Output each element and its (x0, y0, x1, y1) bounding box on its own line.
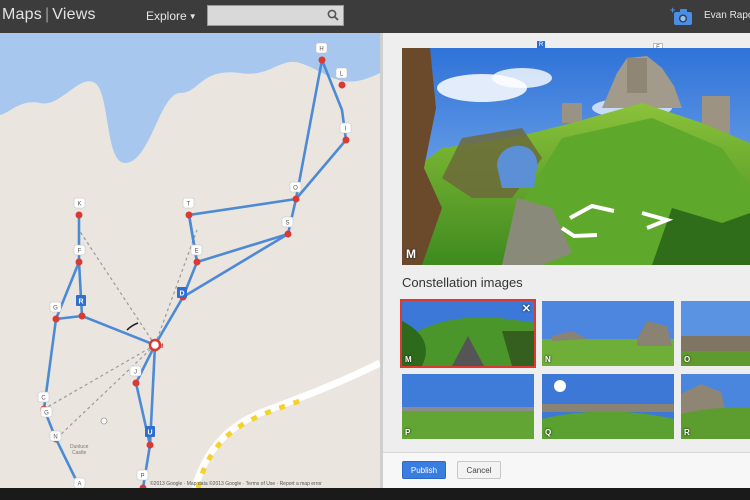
thumb-label: N (545, 355, 551, 364)
svg-text:G: G (53, 306, 58, 312)
svg-text:N: N (53, 435, 57, 441)
thumb-image (402, 301, 534, 366)
svg-text:U: U (147, 430, 152, 437)
brand-views: Views (52, 6, 96, 23)
svg-text:M: M (159, 344, 164, 350)
svg-text:P: P (140, 474, 144, 480)
search-icon[interactable] (327, 9, 339, 21)
brand-maps: Maps (2, 6, 42, 23)
map-nodes (40, 56, 350, 488)
svg-text:C: C (41, 396, 46, 402)
svg-text:A: A (77, 482, 81, 488)
constellation-thumb-q[interactable]: Q (542, 374, 674, 439)
user-name[interactable]: Evan Rapop (704, 10, 750, 21)
panorama-viewer[interactable]: M (402, 48, 750, 265)
cancel-button[interactable]: Cancel (457, 461, 501, 479)
thumb-image (681, 374, 750, 439)
thumb-image (681, 301, 750, 366)
close-icon[interactable]: ✕ (522, 302, 531, 315)
search-box[interactable] (207, 5, 344, 26)
action-bar: Publish Cancel (383, 452, 750, 488)
svg-text:K: K (77, 202, 81, 208)
thumb-image (542, 301, 674, 366)
thumb-label: M (405, 355, 412, 364)
panorama-image (402, 48, 750, 265)
constellation-thumb-n[interactable]: N (542, 301, 674, 366)
castle-poi-icon (100, 417, 108, 425)
bottom-bar (0, 488, 750, 500)
coast-road (191, 359, 380, 488)
thumb-label: Q (545, 428, 552, 437)
constellation-thumb-m[interactable]: M ✕ (400, 299, 536, 368)
thumb-image (402, 374, 534, 439)
publish-button[interactable]: Publish (402, 461, 446, 479)
svg-text:T: T (187, 202, 191, 208)
constellation-title: Constellation images (402, 275, 523, 290)
constellation-thumb-p[interactable]: P (402, 374, 534, 439)
app-brand[interactable]: Maps | Views (2, 6, 96, 24)
detail-pane: R F (383, 33, 750, 488)
sight-lines (43, 229, 198, 440)
add-photo-camera-icon[interactable]: + (670, 5, 694, 27)
svg-text:F: F (78, 249, 82, 255)
thumb-label: P (405, 428, 411, 437)
svg-text:O: O (293, 186, 298, 192)
svg-text:R: R (78, 299, 83, 306)
svg-text:E: E (194, 249, 198, 255)
thumb-image (542, 374, 674, 439)
map-pane[interactable]: H L I O S T E K F G J C G N P A R D U M … (0, 33, 380, 488)
map-canvas[interactable]: H L I O S T E K F G J C G N P A R D U M (0, 33, 380, 488)
svg-text:H: H (319, 47, 323, 53)
route-lines (42, 58, 348, 488)
constellation-thumb-o[interactable]: O (681, 301, 750, 366)
explore-label: Explore (146, 9, 187, 23)
map-place-label: Dunluce Castle (70, 444, 89, 456)
view-direction-icon (126, 322, 139, 331)
viewer-label: M (406, 247, 416, 261)
svg-text:D: D (179, 291, 184, 298)
map-attribution[interactable]: ©2013 Google · Map data ©2013 Google · T… (150, 481, 322, 487)
explore-menu[interactable]: Explore ▼ (146, 9, 197, 23)
svg-text:J: J (134, 370, 137, 376)
top-bar: Maps|Views Explore▼ + Evan Rapop (0, 0, 750, 33)
thumb-label: R (684, 428, 690, 437)
constellation-thumb-r[interactable]: R (681, 374, 750, 439)
caret-down-icon: ▼ (188, 12, 197, 22)
svg-text:S: S (285, 221, 289, 227)
search-input[interactable] (208, 6, 326, 26)
svg-text:G: G (44, 411, 49, 417)
svg-text:+: + (670, 5, 675, 15)
brand-separator: | (44, 6, 50, 23)
thumb-label: O (684, 355, 691, 364)
